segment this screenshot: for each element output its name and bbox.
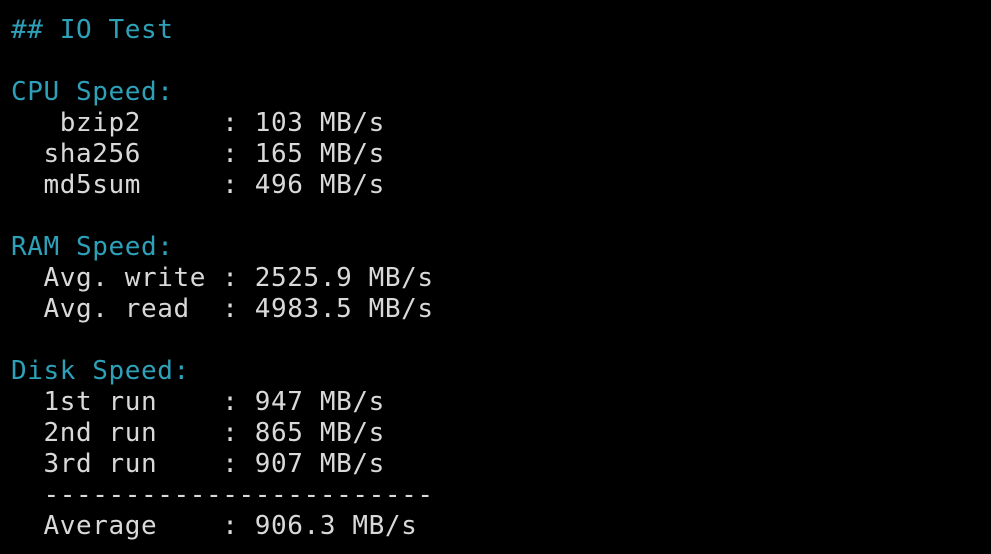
disk-speed-heading: Disk Speed: <box>11 356 190 386</box>
terminal-window: ## IO Test CPU Speed: bzip2 : 103 MB/s s… <box>0 0 991 554</box>
disk-row-average: Average : 906.3 MB/s <box>11 511 418 541</box>
ram-speed-heading: RAM Speed: <box>11 232 174 262</box>
cpu-speed-heading: CPU Speed: <box>11 77 174 107</box>
ram-row-avg-write: Avg. write : 2525.9 MB/s <box>11 263 434 293</box>
disk-row-2nd-run: 2nd run : 865 MB/s <box>11 418 385 448</box>
cpu-row-sha256: sha256 : 165 MB/s <box>11 139 385 169</box>
io-test-title: ## IO Test <box>11 15 174 45</box>
cpu-row-md5sum: md5sum : 496 MB/s <box>11 170 385 200</box>
disk-row-3rd-run: 3rd run : 907 MB/s <box>11 449 385 479</box>
disk-divider: ------------------------ <box>11 480 434 510</box>
cpu-row-bzip2: bzip2 : 103 MB/s <box>11 108 385 138</box>
disk-row-1st-run: 1st run : 947 MB/s <box>11 387 385 417</box>
ram-row-avg-read: Avg. read : 4983.5 MB/s <box>11 294 434 324</box>
